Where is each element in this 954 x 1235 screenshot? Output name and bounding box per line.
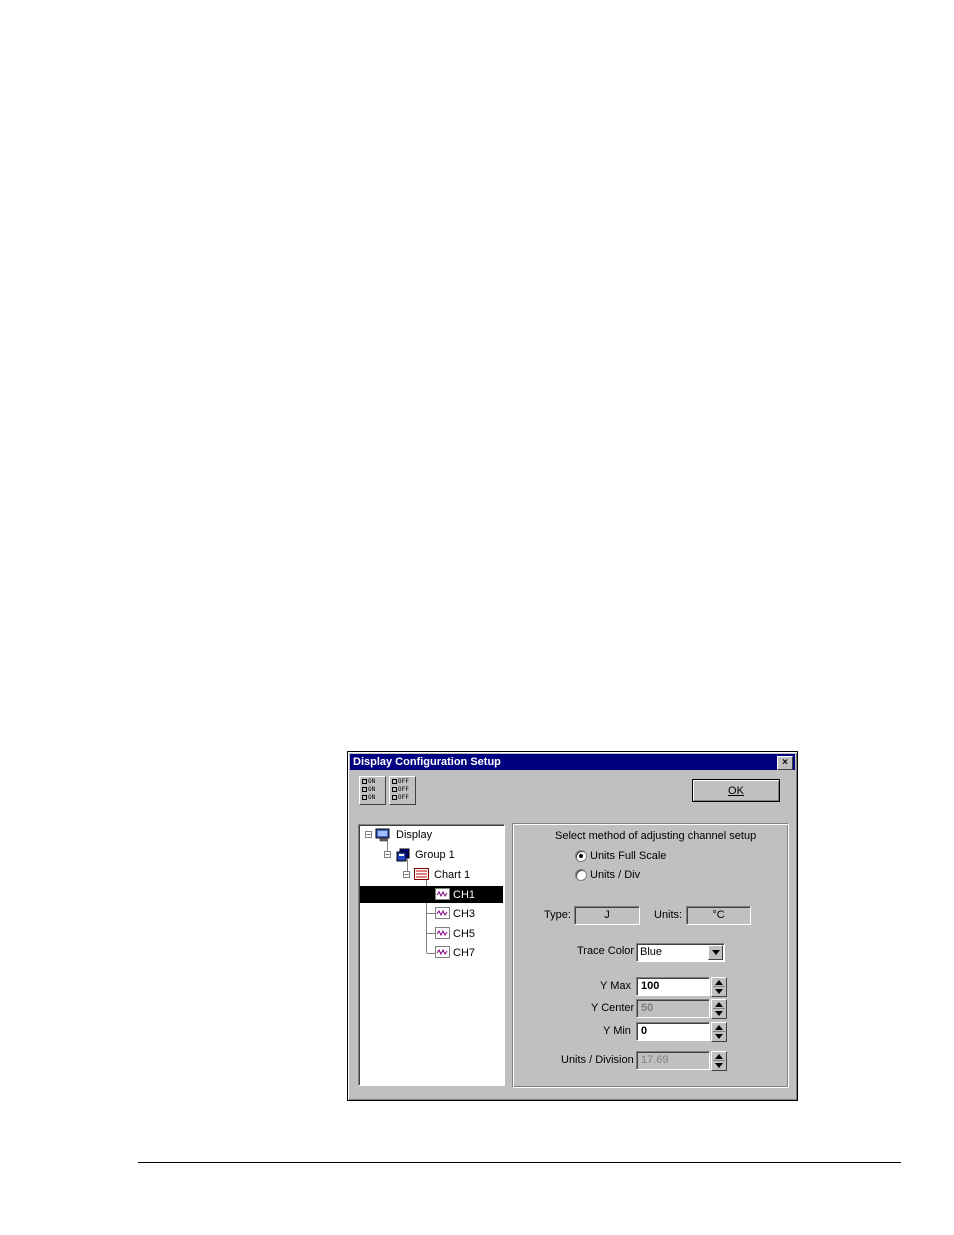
tree-label-ch7: CH7 xyxy=(453,947,476,959)
all-off-label-3: OFF xyxy=(398,793,409,801)
channel-trace-icon xyxy=(435,907,450,919)
close-button[interactable]: × xyxy=(777,756,793,770)
radio-selected-dot xyxy=(579,854,583,858)
units-per-div-radio[interactable] xyxy=(575,869,587,881)
tree-selection-highlight xyxy=(360,886,503,903)
ymax-label: Y Max xyxy=(600,980,631,992)
units-full-scale-radio[interactable] xyxy=(575,850,587,862)
units-value: °C xyxy=(686,906,751,925)
channel-trace-icon xyxy=(435,888,450,900)
type-label: Type: xyxy=(544,909,571,921)
channel-settings-panel: Select method of adjusting channel setup… xyxy=(512,823,789,1088)
all-off-label-1: OFF xyxy=(398,777,409,785)
dialog-titlebar[interactable]: Display Configuration Setup × xyxy=(350,754,795,770)
collapse-icon[interactable]: − xyxy=(384,851,391,859)
ycenter-input: 50 xyxy=(636,999,710,1018)
type-value: J xyxy=(574,906,640,925)
channel-trace-icon xyxy=(435,927,450,939)
ymin-input[interactable]: 0 xyxy=(636,1022,710,1041)
ok-button[interactable]: OK xyxy=(692,779,780,802)
chart-icon xyxy=(414,868,429,880)
ymax-spinner[interactable] xyxy=(711,977,727,997)
all-off-label-2: OFF xyxy=(398,785,409,793)
display-configuration-dialog: Display Configuration Setup × ON ON ON O… xyxy=(347,751,798,1101)
page-footer-rule xyxy=(138,1162,901,1163)
tree-label-ch5: CH5 xyxy=(453,928,476,940)
channel-trace-icon xyxy=(435,946,450,958)
tree-label-display: Display xyxy=(396,829,433,841)
ymax-input[interactable]: 100 xyxy=(636,977,710,996)
monitor-icon xyxy=(375,828,390,842)
dropdown-arrow-icon[interactable] xyxy=(708,945,723,960)
trace-color-select[interactable]: Blue xyxy=(636,943,725,962)
ok-label: OK xyxy=(728,785,744,797)
all-on-label-1: ON xyxy=(368,777,376,785)
units-per-division-spinner[interactable] xyxy=(711,1051,727,1071)
dialog-title: Display Configuration Setup xyxy=(353,756,501,768)
ycenter-spinner[interactable] xyxy=(711,999,727,1019)
tree-label-ch3: CH3 xyxy=(453,908,476,920)
ymin-spinner[interactable] xyxy=(711,1022,727,1042)
collapse-icon[interactable]: − xyxy=(403,871,410,879)
all-on-label-3: ON xyxy=(368,793,376,801)
all-on-label-2: ON xyxy=(368,785,376,793)
units-per-division-input: 17.69 xyxy=(636,1051,710,1070)
trace-color-label: Trace Color xyxy=(577,945,635,957)
all-channels-on-button[interactable]: ON ON ON xyxy=(359,776,386,805)
units-per-div-label[interactable]: Units / Div xyxy=(590,869,640,881)
tree-label-ch1: CH1 xyxy=(453,889,476,901)
units-per-division-label: Units / Division xyxy=(561,1054,634,1066)
units-full-scale-label[interactable]: Units Full Scale xyxy=(590,850,666,862)
units-label: Units: xyxy=(654,909,683,921)
tree-label-chart: Chart 1 xyxy=(434,869,471,881)
all-channels-off-button[interactable]: OFF OFF OFF xyxy=(389,776,416,805)
trace-color-value: Blue xyxy=(640,946,663,958)
collapse-icon[interactable]: − xyxy=(365,831,372,839)
ymin-label: Y Min xyxy=(603,1025,631,1037)
group-icon xyxy=(396,848,410,862)
tree-label-group: Group 1 xyxy=(415,849,455,861)
ycenter-label: Y Center xyxy=(591,1002,635,1014)
channel-tree[interactable]: − Display − Group 1 − Chart 1 CH1 CH3 CH… xyxy=(358,824,505,1086)
method-prompt: Select method of adjusting channel setup xyxy=(555,830,757,842)
